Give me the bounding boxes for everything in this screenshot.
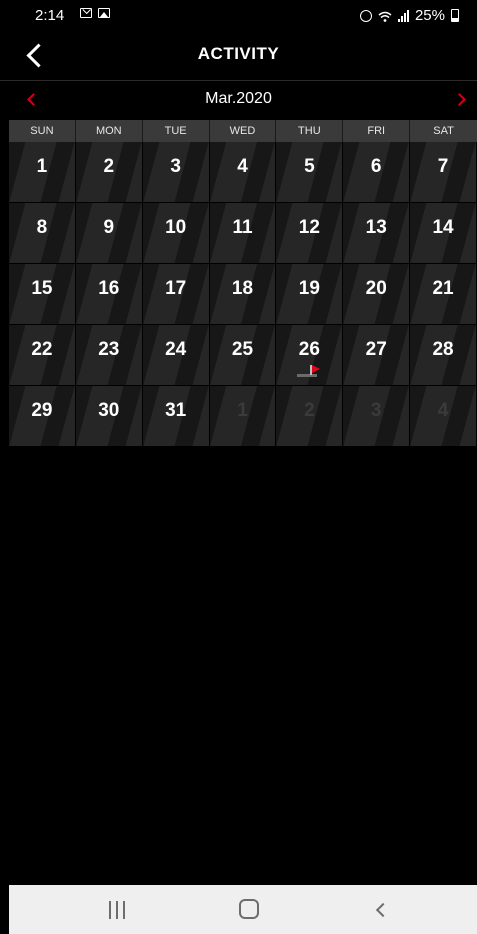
calendar-day-other-month[interactable]: 4 — [410, 386, 477, 447]
day-number: 28 — [432, 339, 454, 360]
golf-flag-icon — [297, 365, 321, 377]
next-month-button[interactable] — [453, 91, 469, 109]
day-number: 2 — [304, 400, 315, 421]
day-number: 13 — [365, 217, 387, 238]
day-number: 21 — [432, 278, 454, 299]
calendar-day[interactable]: 9 — [75, 203, 143, 264]
battery-icon — [451, 9, 459, 22]
calendar-day[interactable]: 15 — [9, 264, 76, 325]
calendar-day[interactable]: 16 — [75, 264, 143, 325]
calendar-day-other-month[interactable]: 2 — [276, 386, 344, 447]
image-icon — [98, 8, 110, 18]
day-number: 20 — [365, 278, 387, 299]
day-number: 4 — [237, 156, 248, 177]
calendar-day[interactable]: 20 — [343, 264, 411, 325]
calendar-day[interactable]: 2 — [75, 142, 143, 203]
calendar-day[interactable]: 28 — [410, 325, 477, 386]
calendar-day[interactable]: 29 — [9, 386, 76, 447]
calendar-day-other-month[interactable]: 1 — [209, 386, 277, 447]
calendar-day[interactable]: 30 — [75, 386, 143, 447]
day-number: 19 — [298, 278, 320, 299]
calendar-day[interactable]: 31 — [142, 386, 210, 447]
calendar-day[interactable]: 18 — [209, 264, 277, 325]
day-number: 10 — [165, 217, 187, 238]
day-number: 9 — [103, 217, 115, 238]
calendar-day[interactable]: 23 — [75, 325, 143, 386]
weekday-fri: FRI — [343, 120, 411, 142]
month-navigation: Mar.2020 — [0, 81, 477, 119]
calendar-day[interactable]: 27 — [343, 325, 411, 386]
day-number: 5 — [304, 156, 315, 177]
battery-percent: 25% — [414, 7, 445, 24]
wifi-icon — [378, 10, 392, 22]
calendar-day[interactable]: 5 — [276, 142, 344, 203]
calendar-day[interactable]: 21 — [410, 264, 477, 325]
app-header: ACTIVITY — [0, 32, 477, 81]
day-number: 8 — [36, 217, 48, 238]
back-icon[interactable] — [374, 903, 386, 915]
calendar-day[interactable]: 4 — [209, 142, 277, 203]
day-number: 23 — [98, 339, 120, 360]
day-number: 12 — [298, 217, 320, 238]
month-label: Mar.2020 — [205, 90, 272, 107]
day-number: 18 — [231, 278, 254, 299]
day-number: 1 — [237, 400, 248, 421]
day-number: 27 — [365, 339, 387, 360]
day-number: 17 — [165, 278, 187, 299]
day-number: 6 — [370, 156, 382, 177]
day-number: 3 — [170, 156, 181, 177]
calendar-day[interactable]: 3 — [142, 142, 210, 203]
signal-icon — [397, 9, 409, 22]
day-number: 7 — [437, 156, 449, 177]
calendar-day[interactable]: 8 — [9, 203, 76, 264]
calendar-day[interactable]: 24 — [142, 325, 210, 386]
status-time: 2:14 — [35, 7, 65, 24]
weekday-wed: WED — [210, 120, 277, 142]
calendar-day[interactable]: 14 — [410, 203, 477, 264]
calendar-day[interactable]: 26 — [276, 325, 344, 386]
calendar-day[interactable]: 7 — [410, 142, 477, 203]
day-number: 26 — [298, 339, 320, 360]
weekday-thu: THU — [276, 120, 344, 142]
calendar-day[interactable]: 10 — [142, 203, 210, 264]
system-nav-bar — [9, 885, 477, 934]
calendar-day[interactable]: 12 — [276, 203, 344, 264]
calendar-day[interactable]: 13 — [343, 203, 411, 264]
day-number: 22 — [31, 339, 53, 360]
weekday-sun: SUN — [9, 120, 76, 142]
day-number: 24 — [165, 339, 187, 360]
weekday-header: SUN MON TUE WED THU FRI SAT — [9, 120, 477, 142]
calendar-day[interactable]: 6 — [343, 142, 411, 203]
weekday-mon: MON — [76, 120, 143, 142]
day-number: 29 — [31, 400, 53, 421]
day-number: 30 — [98, 400, 120, 421]
weekday-sat: SAT — [433, 125, 454, 137]
day-number: 25 — [231, 339, 254, 360]
calendar-day[interactable]: 19 — [276, 264, 344, 325]
recents-icon[interactable] — [109, 901, 125, 919]
calendar-day[interactable]: 11 — [209, 203, 277, 264]
day-number: 11 — [232, 217, 253, 238]
calendar-day-other-month[interactable]: 3 — [343, 386, 411, 447]
weekday-tue: TUE — [143, 120, 210, 142]
day-number: 15 — [31, 278, 53, 299]
calendar-day[interactable]: 25 — [209, 325, 277, 386]
day-number: 31 — [165, 400, 187, 421]
home-icon[interactable] — [239, 899, 259, 919]
calendar-day[interactable]: 22 — [9, 325, 76, 386]
calendar-day[interactable]: 17 — [142, 264, 210, 325]
day-number: 4 — [437, 400, 449, 421]
day-number: 16 — [98, 278, 120, 299]
day-number: 3 — [370, 400, 382, 421]
day-number: 2 — [103, 156, 115, 177]
calendar-grid: 1 2 3 4 5 6 7 8 9 10 11 12 13 14 15 16 17 18 19 20 21 22 23 24 2… — [9, 142, 477, 447]
day-number: 1 — [36, 156, 48, 177]
calendar-day[interactable]: 1 — [9, 142, 76, 203]
mail-icon — [80, 8, 92, 18]
alarm-icon — [359, 9, 372, 22]
page-title: ACTIVITY — [197, 44, 280, 63]
status-bar: 2:14 25% — [0, 0, 477, 32]
day-number: 14 — [432, 217, 454, 238]
